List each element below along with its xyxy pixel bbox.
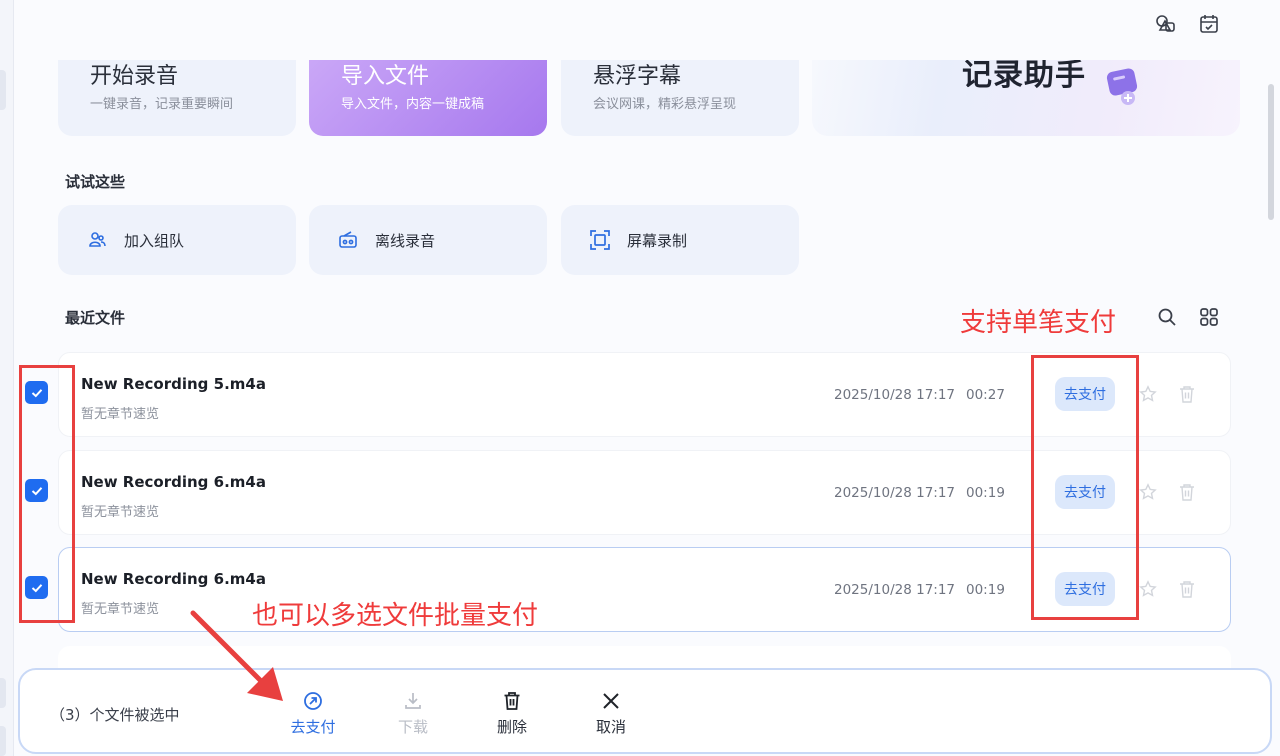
file-subtitle: 暂无章节速览 [81, 505, 160, 520]
annotation-single-pay: 支持单笔支付 [960, 308, 1117, 338]
promo-title: 记录助手 [962, 60, 1086, 93]
quick-action-offline-record[interactable]: 离线录音 [309, 205, 547, 275]
screen-record-icon [589, 229, 611, 251]
download-icon [373, 690, 453, 712]
grid-view-icon[interactable] [1197, 305, 1221, 329]
import-file-card[interactable]: 导入文件 导入文件，内容一键成稿 [309, 60, 547, 136]
calendar-check-icon[interactable] [1197, 12, 1221, 36]
quick-action-screen-record[interactable]: 屏幕录制 [561, 205, 799, 275]
close-icon [571, 690, 651, 712]
delete-button[interactable]: 删除 [472, 690, 552, 737]
sidebar-edge [0, 0, 14, 756]
folder-badge-icon [1106, 68, 1138, 105]
quick-action-join-team[interactable]: 加入组队 [58, 205, 296, 275]
card-subtitle: 会议网课，精彩悬浮呈现 [593, 97, 737, 112]
sidebar-nub [0, 70, 6, 110]
sidebar-nub [0, 726, 6, 756]
file-date: 2025/10/28 17:17 [834, 387, 956, 403]
trash-icon[interactable] [1179, 483, 1195, 505]
file-duration: 00:19 [966, 582, 1005, 598]
card-title: 悬浮字幕 [593, 64, 682, 89]
file-date: 2025/10/28 17:17 [834, 582, 956, 598]
team-icon [86, 229, 108, 251]
file-duration: 00:27 [966, 387, 1005, 403]
annotation-box-pay-buttons [1031, 355, 1139, 620]
file-name: New Recording 6.m4a [81, 473, 266, 491]
floating-subtitle-card[interactable]: 悬浮字幕 会议网课，精彩悬浮呈现 [561, 60, 799, 136]
selected-count: （3）个文件被选中 [50, 706, 180, 724]
start-recording-card[interactable]: 开始录音 一键录音，记录重要瞬间 [58, 60, 296, 136]
trash-icon [472, 690, 552, 712]
file-name: New Recording 6.m4a [81, 570, 266, 588]
sidebar-nub [0, 678, 6, 708]
download-button[interactable]: 下载 [373, 690, 453, 737]
cancel-label: 取消 [595, 718, 626, 736]
card-title: 导入文件 [341, 64, 430, 89]
card-title: 开始录音 [90, 64, 179, 89]
delete-label: 删除 [496, 718, 527, 736]
trash-icon[interactable] [1179, 385, 1195, 407]
quick-action-label: 离线录音 [375, 232, 436, 250]
star-icon[interactable] [1139, 580, 1157, 602]
batch-pay-label: 去支付 [290, 718, 336, 736]
annotation-box-checkboxes [19, 365, 75, 623]
file-date: 2025/10/28 17:17 [834, 485, 956, 501]
promo-banner[interactable]: 记录助手 [812, 60, 1240, 136]
search-icon[interactable] [1155, 305, 1179, 329]
trash-icon[interactable] [1179, 580, 1195, 602]
card-subtitle: 导入文件，内容一键成稿 [341, 97, 485, 112]
file-subtitle: 暂无章节速览 [81, 602, 160, 617]
file-name: New Recording 5.m4a [81, 375, 266, 393]
quick-action-label: 加入组队 [124, 232, 185, 250]
card-subtitle: 一键录音，记录重要瞬间 [90, 97, 234, 112]
file-duration: 00:19 [966, 485, 1005, 501]
shapes-icon[interactable] [1153, 12, 1177, 36]
section-title-try: 试试这些 [65, 173, 126, 191]
star-icon[interactable] [1139, 483, 1157, 505]
download-label: 下载 [397, 718, 428, 736]
file-subtitle: 暂无章节速览 [81, 407, 160, 422]
quick-action-label: 屏幕录制 [627, 232, 688, 250]
radio-icon [337, 229, 359, 251]
star-icon[interactable] [1139, 385, 1157, 407]
cancel-button[interactable]: 取消 [571, 690, 651, 737]
annotation-arrow [190, 610, 283, 701]
scrollbar[interactable] [1268, 84, 1274, 220]
section-title-recent: 最近文件 [65, 309, 126, 327]
